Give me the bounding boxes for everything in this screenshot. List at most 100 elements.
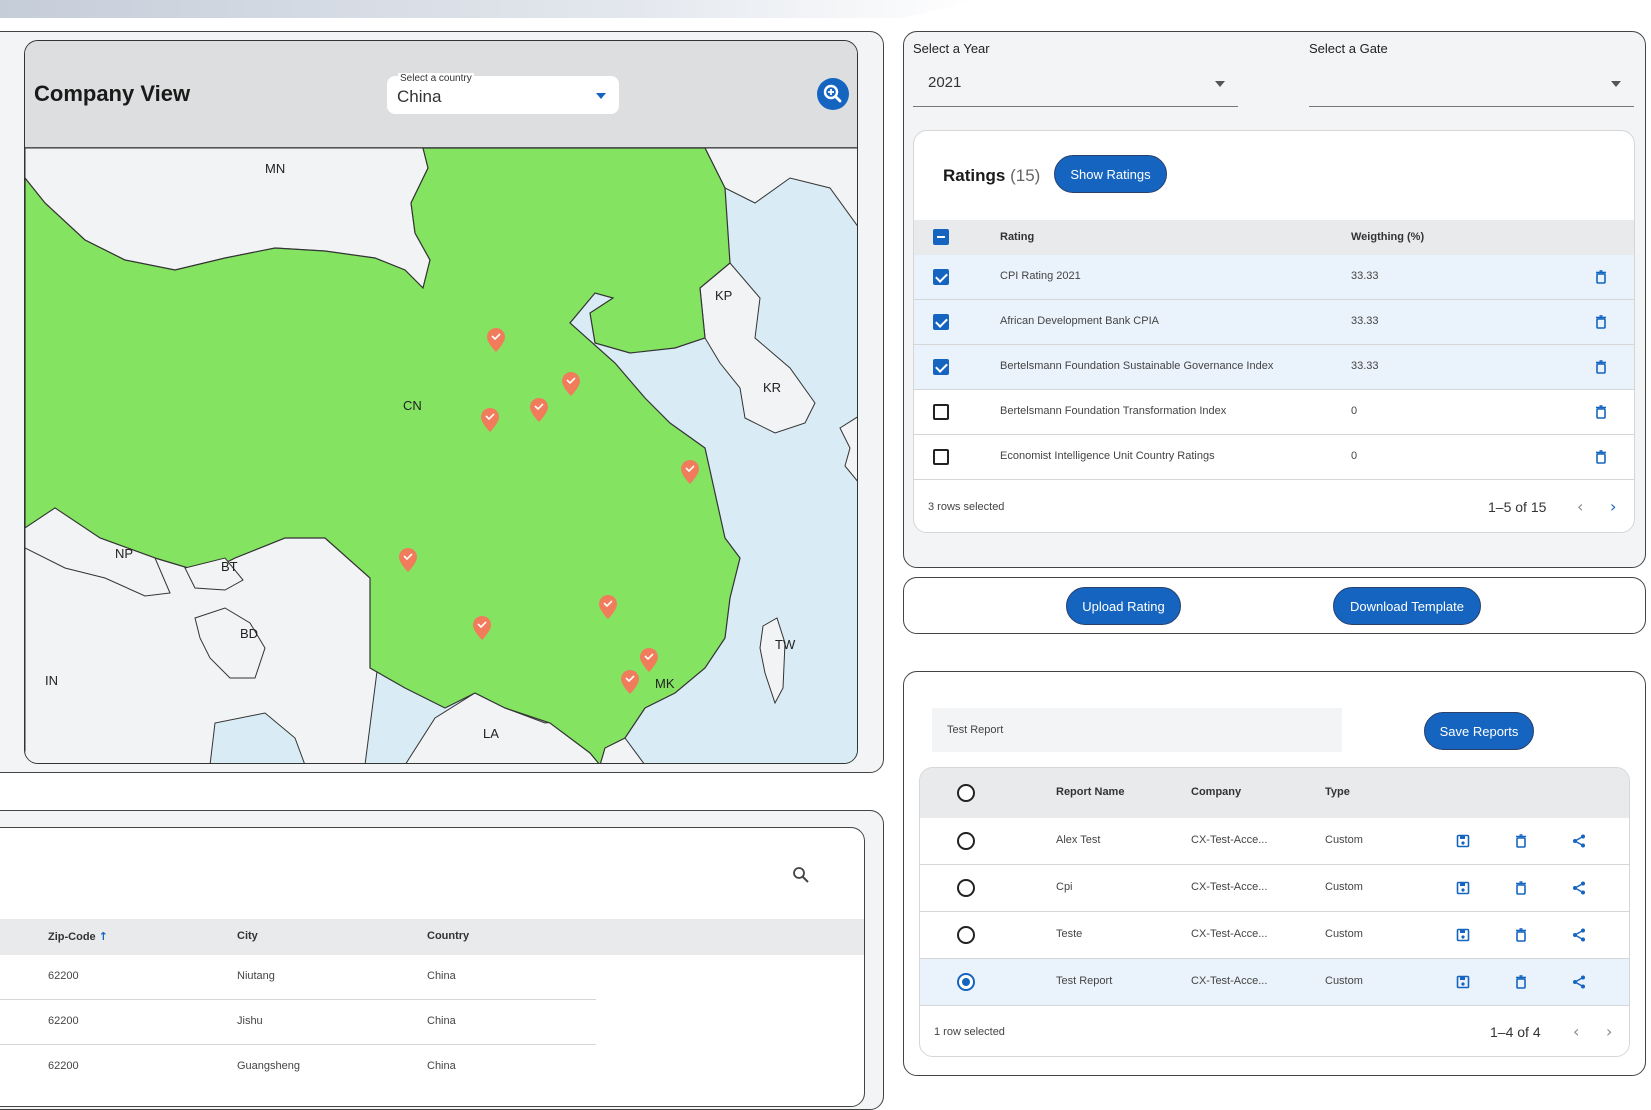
column-report-name[interactable]: Report Name [1056, 786, 1124, 798]
table-row[interactable]: 62200 Jishu China [0, 1000, 596, 1045]
rating-weight-cell: 0 [1351, 405, 1358, 417]
row-checkbox[interactable] [933, 314, 949, 330]
table-row[interactable]: Teste CX-Test-Acce... Custom [920, 912, 1629, 959]
row-checkbox[interactable] [933, 449, 949, 465]
country-cell: China [427, 1060, 456, 1072]
download-template-button[interactable]: Download Template [1333, 587, 1481, 625]
row-radio[interactable] [957, 832, 975, 850]
report-name-value: Test Report [947, 724, 1004, 736]
column-type[interactable]: Type [1325, 786, 1350, 798]
column-zip-code[interactable]: Zip-Code ↑ [48, 930, 108, 943]
trash-icon[interactable] [1593, 314, 1609, 330]
country-label-cn: CN [403, 398, 422, 413]
save-icon[interactable] [1455, 927, 1471, 943]
table-row[interactable]: Cpi CX-Test-Acce... Custom [920, 865, 1629, 912]
share-icon[interactable] [1571, 927, 1587, 943]
company-view-title: Company View [34, 81, 191, 106]
table-row[interactable]: CPI Rating 2021 33.33 [914, 255, 1634, 300]
dropdown-caret-icon [1611, 81, 1621, 87]
type-cell: Custom [1325, 834, 1363, 846]
column-company[interactable]: Company [1191, 786, 1241, 798]
company-view-card: Company View Select a country China MN K… [24, 40, 858, 764]
trash-icon[interactable] [1513, 974, 1529, 990]
select-all-checkbox[interactable] [933, 229, 949, 245]
row-checkbox[interactable] [933, 404, 949, 420]
report-name-cell: Teste [1056, 928, 1083, 940]
row-radio[interactable] [957, 973, 975, 991]
chevron-left-icon[interactable]: ‹ [1573, 1022, 1579, 1041]
row-radio[interactable] [957, 879, 975, 897]
table-row[interactable]: Bertelsmann Foundation Transformation In… [914, 390, 1634, 435]
zip-code-cell: 62200 [48, 970, 79, 982]
trash-icon[interactable] [1593, 449, 1609, 465]
gate-select-underline [1309, 106, 1634, 107]
sort-ascending-icon: ↑ [98, 930, 108, 943]
save-reports-button[interactable]: Save Reports [1424, 712, 1534, 750]
save-icon[interactable] [1455, 833, 1471, 849]
country-label-kr: KR [763, 380, 781, 395]
chevron-left-icon[interactable]: ‹ [1577, 497, 1583, 516]
rating-name-cell: Economist Intelligence Unit Country Rati… [1000, 450, 1215, 462]
country-label-bd: BD [240, 626, 258, 641]
select-all-radio[interactable] [957, 784, 975, 802]
year-select-label: Select a Year [913, 41, 990, 56]
zip-code-cell: 62200 [48, 1015, 79, 1027]
locations-table-header: Zip-Code ↑ City Country [0, 919, 864, 955]
report-name-input[interactable]: Test Report [932, 708, 1342, 752]
trash-icon[interactable] [1593, 404, 1609, 420]
share-icon[interactable] [1571, 974, 1587, 990]
country-map[interactable]: MN KP KR CN NP BT BD IN TW LA MK [25, 147, 857, 763]
trash-icon[interactable] [1593, 359, 1609, 375]
company-cell: CX-Test-Acce... [1191, 975, 1268, 987]
column-city[interactable]: City [237, 930, 258, 942]
year-select-value: 2021 [928, 74, 962, 91]
column-country[interactable]: Country [427, 930, 469, 942]
locations-card: Zip-Code ↑ City Country 62200 Niutang Ch… [0, 827, 865, 1107]
column-weighting[interactable]: Weigthing (%) [1351, 231, 1424, 243]
gate-select[interactable] [1309, 64, 1634, 106]
table-row[interactable]: African Development Bank CPIA 33.33 [914, 300, 1634, 345]
trash-icon[interactable] [1513, 927, 1529, 943]
ratings-pagination: 1–5 of 15 [1488, 499, 1547, 515]
row-checkbox[interactable] [933, 269, 949, 285]
upload-rating-button[interactable]: Upload Rating [1066, 587, 1181, 625]
search-button[interactable] [792, 866, 810, 889]
share-icon[interactable] [1571, 833, 1587, 849]
table-row[interactable]: 62200 Niutang China [0, 955, 596, 1000]
column-rating[interactable]: Rating [1000, 231, 1034, 243]
save-icon[interactable] [1455, 880, 1471, 896]
chevron-right-icon[interactable]: › [1610, 497, 1616, 516]
type-cell: Custom [1325, 975, 1363, 987]
country-select[interactable]: Select a country China [387, 73, 619, 114]
table-row[interactable]: 62200 Guangsheng China [0, 1045, 596, 1090]
city-cell: Jishu [237, 1015, 263, 1027]
chevron-right-icon[interactable]: › [1606, 1022, 1612, 1041]
ratings-selected-count: 3 rows selected [928, 501, 1005, 513]
type-cell: Custom [1325, 881, 1363, 893]
show-ratings-button[interactable]: Show Ratings [1054, 155, 1167, 193]
rating-weight-cell: 33.33 [1351, 270, 1379, 282]
dropdown-caret-icon [1215, 81, 1225, 87]
share-icon[interactable] [1571, 880, 1587, 896]
year-select[interactable]: 2021 [913, 64, 1238, 106]
report-name-cell: Cpi [1056, 881, 1073, 893]
trash-icon[interactable] [1513, 880, 1529, 896]
save-icon[interactable] [1455, 974, 1471, 990]
table-row[interactable]: Alex Test CX-Test-Acce... Custom [920, 818, 1629, 865]
trash-icon[interactable] [1513, 833, 1529, 849]
zoom-button[interactable] [817, 78, 849, 110]
row-radio[interactable] [957, 926, 975, 944]
row-checkbox[interactable] [933, 359, 949, 375]
trash-icon[interactable] [1593, 269, 1609, 285]
table-row[interactable]: Test Report CX-Test-Acce... Custom [920, 959, 1629, 1006]
table-row[interactable]: Bertelsmann Foundation Sustainable Gover… [914, 345, 1634, 390]
city-cell: Guangsheng [237, 1060, 300, 1072]
table-row[interactable]: Economist Intelligence Unit Country Rati… [914, 435, 1634, 480]
country-label-tw: TW [775, 637, 796, 652]
zip-code-cell: 62200 [48, 1060, 79, 1072]
rating-name-cell: Bertelsmann Foundation Sustainable Gover… [1000, 360, 1274, 372]
city-cell: Niutang [237, 970, 275, 982]
upload-panel [903, 577, 1646, 634]
gate-select-label: Select a Gate [1309, 41, 1388, 56]
rating-weight-cell: 0 [1351, 450, 1358, 462]
